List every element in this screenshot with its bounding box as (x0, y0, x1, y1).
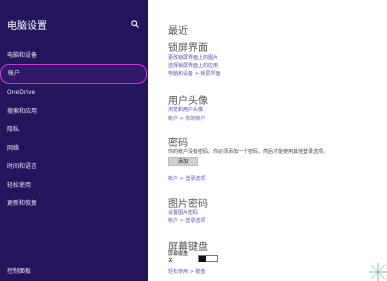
sidebar-item-pc-and-devices[interactable]: 电脑和设备 (7, 50, 37, 59)
set-picture-password-link[interactable]: 设置图片密码 (168, 209, 198, 216)
sidebar-item-ease-of-access[interactable]: 轻松使用 (7, 180, 31, 189)
sidebar-item-update-and-recovery[interactable]: 更新和恢复 (7, 198, 37, 207)
onscreen-keyboard-state: 关 (168, 258, 174, 264)
main-content: 最近 锁屏界面 更改锁屏界面上的图片 选择锁屏界面上的应用 电脑和设备 > 锁屏… (148, 0, 387, 281)
control-panel-link[interactable]: 控制面板 (7, 266, 31, 275)
onscreen-keyboard-toggle[interactable] (198, 255, 218, 262)
change-lock-screen-picture-link[interactable]: 更改锁屏界面上的图片 (168, 54, 218, 61)
sparkle-decoration-icon (369, 263, 387, 281)
picture-password-heading: 图片密码 (168, 199, 208, 210)
sidebar-title: 电脑设置 (7, 21, 47, 32)
sidebar-item-onedrive[interactable]: OneDrive (7, 89, 35, 96)
picture-password-sign-in-options-link[interactable]: 帐户 > 登录选项 (168, 217, 205, 224)
search-icon[interactable] (131, 20, 139, 28)
ease-of-access-keyboard-link[interactable]: 轻松使用 > 键盘 (168, 268, 205, 275)
add-password-button[interactable]: 添加 (168, 157, 198, 166)
choose-lock-screen-apps-link[interactable]: 选择锁屏界面上的应用 (168, 62, 218, 69)
password-heading: 密码 (168, 138, 188, 149)
sidebar: 电脑设置 电脑和设备 帐户 OneDrive 搜索和应用 隐私 网络 时间和语言… (0, 0, 148, 281)
onscreen-keyboard-label: 屏幕键盘 (168, 251, 189, 257)
toggle-thumb (199, 256, 206, 262)
sidebar-item-privacy[interactable]: 隐私 (7, 124, 19, 133)
avatar-heading: 用户头像 (168, 96, 208, 107)
sidebar-item-network[interactable]: 网络 (7, 143, 19, 152)
password-description: 你的帐户没有密码。你必须添加一个密码，然后才能使用其他登录选项。 (168, 149, 329, 155)
sidebar-item-search-and-apps[interactable]: 搜索和应用 (7, 106, 37, 115)
browse-avatar-link[interactable]: 浏览和用户头像 (168, 106, 203, 113)
your-account-breadcrumb-link[interactable]: 帐户 > 你的帐户 (168, 115, 205, 122)
lock-screen-heading: 锁屏界面 (168, 43, 208, 54)
lock-screen-breadcrumb-link[interactable]: 电脑和设备 > 锁屏界面 (168, 70, 220, 77)
sidebar-item-accounts[interactable]: 帐户 (0, 64, 147, 84)
sidebar-item-time-and-language[interactable]: 时间和语言 (7, 161, 37, 170)
password-sign-in-options-link[interactable]: 帐户 > 登录选项 (168, 175, 205, 182)
pc-settings-window: 电脑设置 电脑和设备 帐户 OneDrive 搜索和应用 隐私 网络 时间和语言… (0, 0, 387, 281)
recent-heading: 最近 (168, 26, 188, 37)
